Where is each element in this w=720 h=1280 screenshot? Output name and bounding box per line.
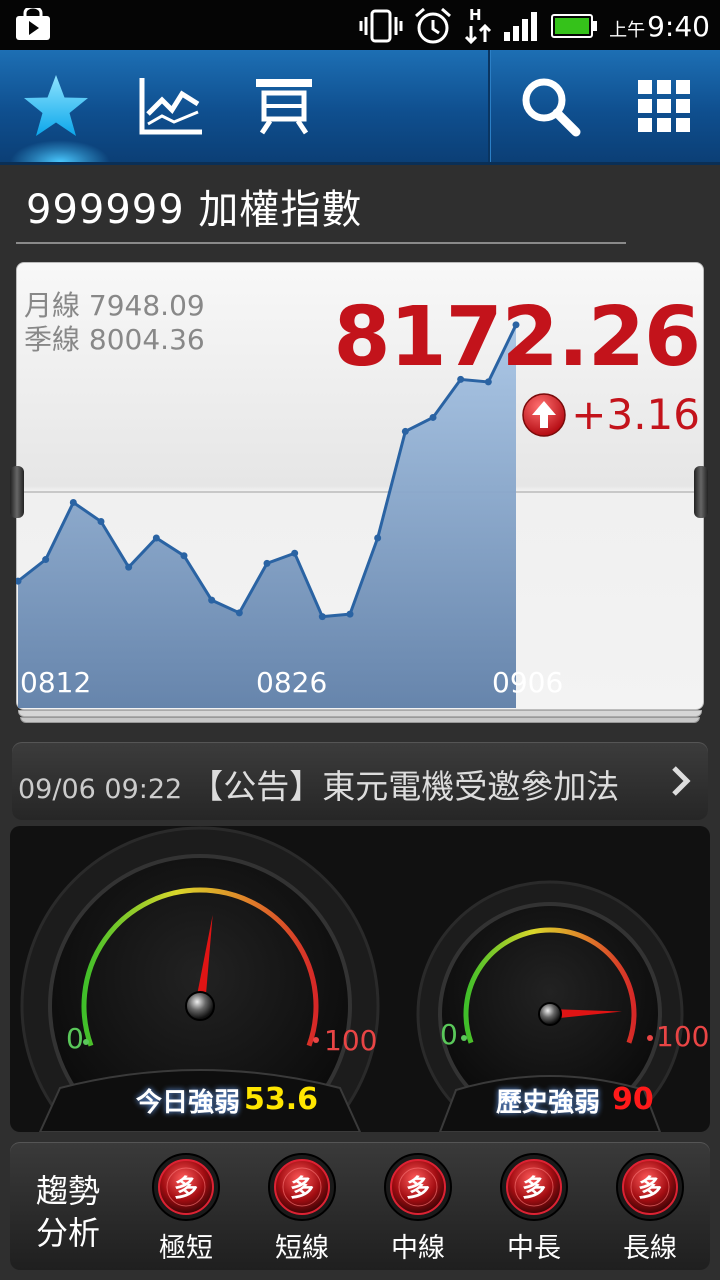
index-chart-card[interactable]: 0812 0826 0906 月線 7948.09 季線 8004.36 8172.… [10,262,708,723]
trend-item-label: 長線 [623,1233,677,1264]
card-hinge-left [10,466,24,518]
index-change: +3.16 [521,390,700,439]
status-bar: H 上午9:40 [0,0,720,50]
today-strength-value: 53.6 [244,1082,319,1117]
am-pm-label: 上午 [609,19,646,41]
quarter-ma-line: 季線 8004.36 [24,318,205,358]
favorites-button[interactable] [16,66,96,146]
gauge1-max: 100 [324,1024,378,1057]
quarter-ma-value: 8004.36 [88,323,205,356]
gauge1-min: 0 [66,1022,84,1055]
badge-text: 多 [290,1174,314,1202]
gauge-graphics [20,826,684,1132]
bullish-badge-icon: 多 [616,1153,684,1221]
trend-analysis-title: 趨勢 分析 [36,1170,106,1254]
chart-data-point [208,596,216,604]
chart-data-point [97,517,105,525]
chart-data-point [429,413,437,421]
gauge-hub [538,1002,562,1026]
trend-item[interactable]: 多短線 [262,1152,342,1264]
chart-data-point [180,552,188,560]
index-change-value: +3.16 [571,390,700,439]
chart-data-point [374,534,382,542]
vibrate-icon [359,9,403,43]
chart-data-point [125,563,133,571]
gauge-min-dot [83,1039,89,1045]
gauge-max-dot [313,1037,319,1043]
signal-icon [504,12,538,41]
strength-gauges-panel: 0 100 0 100 今日強弱 53.6 歷史強弱 90 [10,826,710,1132]
trend-item[interactable]: 多中長 [494,1152,574,1264]
trend-item-label: 中線 [391,1233,445,1264]
news-headline: 09/06 09:22 【公告】東元電機受邀參加法 [18,760,664,808]
bullish-badge-icon: 多 [152,1153,220,1221]
top-toolbar [0,50,720,165]
trend-item-label: 極短 [159,1233,213,1264]
trend-item[interactable]: 多極短 [146,1152,226,1264]
gauge-min-dot [461,1035,467,1041]
trend-title-line2: 分析 [36,1214,101,1252]
alarm-icon [415,7,452,44]
gauge-max-dot [647,1035,653,1041]
chart-data-point [263,559,271,567]
x-tick-label: 0826 [256,666,327,699]
badge-text: 多 [406,1174,430,1202]
card-hinge-right [694,466,708,518]
clock: 9:40 [647,9,710,43]
chart-view-button[interactable] [131,66,211,146]
star-icon [24,75,88,136]
news-title: 【公告】東元電機受邀參加法 [190,767,620,806]
chart-data-point [401,427,409,435]
chart-data-point [69,498,77,506]
svg-text:H: H [469,6,482,24]
x-tick-label: 0812 [20,666,91,699]
chevron-right-icon[interactable] [670,764,692,798]
chart-data-point [318,613,326,621]
trend-item[interactable]: 多中線 [378,1152,458,1264]
history-strength-label: 歷史強弱 [496,1088,601,1118]
grid-icon [638,80,690,132]
today-strength-label: 今日強弱 [136,1088,241,1118]
table-icon [256,79,312,135]
trend-item-label: 短線 [275,1233,329,1264]
chart-data-point [42,556,50,564]
gauge-hub [185,991,215,1021]
bullish-badge-icon: 多 [268,1153,336,1221]
index-price: 8172.26 [333,290,701,385]
quote-table-button[interactable] [244,66,324,146]
history-strength-value: 90 [612,1082,654,1117]
gauge2-max: 100 [656,1020,710,1053]
trend-item[interactable]: 多長線 [610,1152,690,1264]
news-time: 09/06 09:22 [18,774,183,805]
trend-item-label: 中長 [507,1233,561,1264]
up-arrow-icon [522,392,567,437]
store-bag-icon [14,5,54,46]
hspa-data-icon: H [465,6,492,45]
line-chart-icon [139,78,202,135]
card-stack-edge [18,710,702,717]
trend-analysis-panel: 趨勢 分析 多極短多短線多中線多中長多長線 [10,1142,710,1270]
trend-title-line1: 趨勢 [36,1172,101,1210]
news-ticker[interactable]: 09/06 09:22 【公告】東元電機受邀參加法 [12,742,708,820]
quarter-ma-label: 季線 [24,323,81,356]
search-button[interactable] [510,66,590,146]
card-stack-edge [20,717,700,723]
chart-data-point [152,534,160,542]
stock-title-bar: 999999 加權指數 [16,165,626,244]
badge-text: 多 [174,1174,198,1202]
chart-data-point [346,610,354,618]
badge-text: 多 [522,1174,546,1202]
bullish-badge-icon: 多 [500,1153,568,1221]
bullish-badge-icon: 多 [384,1153,452,1221]
toolbar-separator [488,50,490,162]
menu-grid-button[interactable] [624,66,704,146]
chart-data-point [291,549,299,557]
page-title: 999999 加權指數 [26,187,363,233]
x-tick-label: 0906 [492,666,563,699]
chart-data-point [235,609,243,617]
gauge2-min: 0 [440,1018,458,1051]
search-icon [522,78,581,137]
battery-icon [551,14,598,38]
badge-text: 多 [638,1174,662,1202]
